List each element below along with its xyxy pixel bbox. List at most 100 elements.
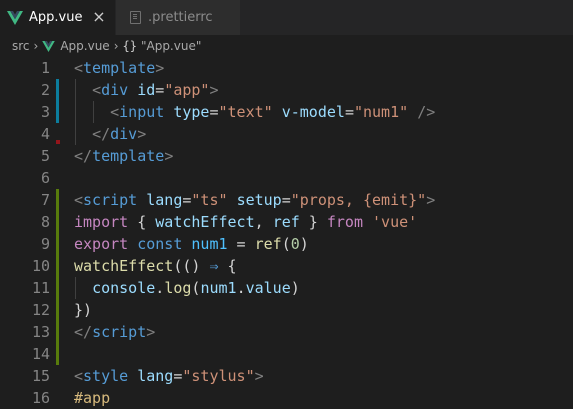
vue-logo-icon (42, 40, 56, 52)
code-token: ref (272, 213, 300, 231)
code-line[interactable]: </template> (74, 145, 435, 167)
code-token: "text" (218, 103, 273, 121)
code-token: (() (173, 257, 210, 275)
code-token: = (209, 103, 219, 121)
code-line[interactable]: </script> (74, 321, 435, 343)
code-token: num1 (191, 235, 228, 253)
breadcrumb-symbol[interactable]: "App.vue" (141, 39, 201, 53)
code-token: ) (290, 279, 300, 297)
breadcrumb-file[interactable]: App.vue (60, 39, 109, 53)
code-token: < (74, 59, 84, 77)
code-token: > (426, 191, 436, 209)
code-token: num1 (200, 279, 237, 297)
breadcrumb-folder[interactable]: src (12, 39, 30, 53)
code-token: watchEffect (155, 213, 255, 231)
chevron-right-icon: › (33, 39, 39, 53)
code-token: ⇒ (209, 257, 219, 275)
code-token: lang (146, 191, 183, 209)
code-line[interactable]: <style lang="stylus"> (74, 365, 435, 387)
code-token: script (92, 323, 147, 341)
line-number: 2 (40, 81, 50, 99)
code-token: lang (137, 367, 174, 385)
code-token: { (128, 213, 156, 231)
line-number: 14 (31, 345, 50, 363)
code-token: import (74, 213, 129, 231)
code-token: < (74, 191, 84, 209)
line-number: 7 (40, 191, 50, 209)
code-token: const (137, 235, 183, 253)
code-token: = (227, 235, 255, 253)
code-line[interactable]: console.log(num1.value) (74, 277, 435, 299)
added-lines-marker (56, 189, 59, 365)
code-line[interactable]: import { watchEffect, ref } from 'vue' (74, 211, 435, 233)
code-token: = (281, 191, 291, 209)
line-number: 10 (31, 257, 50, 275)
tab-label: App.vue (29, 10, 83, 25)
code-token: /> (417, 103, 436, 121)
code-line[interactable]: #app (74, 387, 435, 409)
code-line[interactable]: watchEffect(() ⇒ { (74, 255, 435, 277)
code-line[interactable]: <div id="app"> (74, 79, 435, 101)
code-line[interactable] (74, 343, 435, 365)
code-token: "ts" (191, 191, 228, 209)
code-token: from (326, 213, 363, 231)
code-line[interactable]: <template> (74, 57, 435, 79)
vue-logo-icon (7, 10, 23, 25)
code-token: </ (74, 323, 93, 341)
code-line[interactable]: <input type="text" v-model="num1" /> (74, 101, 435, 123)
file-icon (130, 11, 141, 24)
code-token: id (137, 81, 156, 99)
code-token: < (74, 367, 84, 385)
code-line[interactable] (74, 167, 435, 189)
code-token: div (110, 125, 138, 143)
code-area[interactable]: <template> <div id="app"> <input type="t… (74, 57, 435, 409)
line-number: 4 (40, 125, 50, 143)
code-token: "app" (164, 81, 210, 99)
close-icon[interactable]: × (91, 9, 107, 25)
code-token: = (344, 103, 354, 121)
code-token: > (209, 81, 219, 99)
line-number: 15 (31, 367, 50, 385)
breadcrumb: src › App.vue › {} "App.vue" (12, 35, 201, 57)
modified-lines-marker (56, 79, 59, 123)
code-line[interactable]: </div> (74, 123, 435, 145)
code-editor[interactable]: 1 2 3 4 5 6 7 8 9 10 11 12 13 14 15 16 <template> <div … (0, 57, 573, 407)
code-token: v-model (281, 103, 345, 121)
code-line[interactable]: }) (74, 299, 435, 321)
code-token: }) (74, 301, 93, 319)
line-number-gutter: 1 2 3 4 5 6 7 8 9 10 11 12 13 14 15 16 (0, 57, 50, 409)
code-token: setup (236, 191, 282, 209)
line-number: 3 (40, 103, 50, 121)
tab-app-vue[interactable]: App.vue × (0, 0, 115, 35)
code-token: . (155, 279, 165, 297)
tab-label: .prettierrc (148, 10, 213, 25)
line-number: 11 (31, 279, 50, 297)
code-token: "stylus" (182, 367, 255, 385)
code-line[interactable]: export const num1 = ref(0) (74, 233, 435, 255)
code-token: ( (281, 235, 291, 253)
code-token: > (146, 323, 156, 341)
code-token: export (74, 235, 129, 253)
tab-prettierrc[interactable]: .prettierrc (115, 0, 240, 35)
code-token: style (83, 367, 129, 385)
code-token: input (119, 103, 165, 121)
code-token: #app (74, 389, 111, 407)
line-number: 8 (40, 213, 50, 231)
code-token: value (245, 279, 291, 297)
code-token: "props, {emit}" (290, 191, 427, 209)
code-token: } (299, 213, 327, 231)
line-number: 6 (40, 169, 50, 187)
line-number: 9 (40, 235, 50, 253)
code-token: template (83, 59, 156, 77)
line-number: 5 (40, 147, 50, 165)
code-line[interactable]: <script lang="ts" setup="props, {emit}"> (74, 189, 435, 211)
